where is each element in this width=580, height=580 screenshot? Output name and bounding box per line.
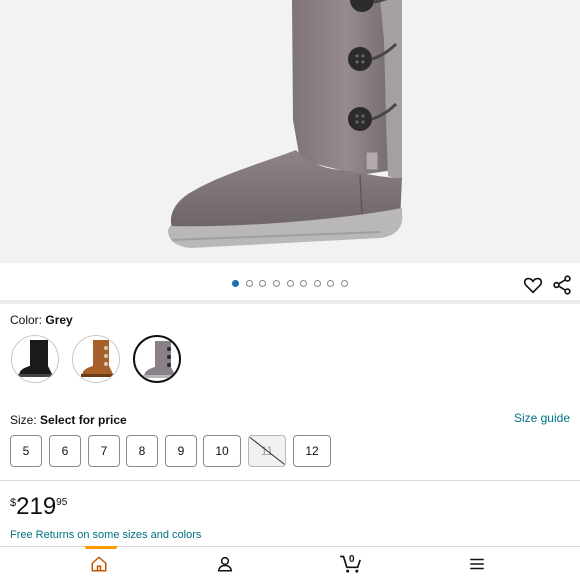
size-option-label: 9: [177, 444, 185, 458]
selected-color: Grey: [45, 313, 73, 327]
size-option-label: 12: [305, 444, 319, 458]
pager-dot[interactable]: [314, 280, 321, 287]
size-label: Size: Select for price: [10, 413, 127, 427]
size-option-label: 10: [215, 444, 229, 458]
pager-dot[interactable]: [300, 280, 307, 287]
wishlist-button[interactable]: [522, 274, 544, 296]
size-label-text: Size:: [10, 413, 37, 427]
size-guide-link[interactable]: Size guide: [514, 411, 570, 425]
size-option[interactable]: 7: [88, 435, 120, 467]
nav-home[interactable]: [69, 551, 129, 577]
pager-dot[interactable]: [246, 280, 253, 287]
color-swatch-black[interactable]: [11, 335, 59, 383]
size-option-label: 8: [138, 444, 146, 458]
unavailable-strike: [249, 436, 285, 466]
size-option[interactable]: 8: [126, 435, 158, 467]
size-option-unavailable[interactable]: 11: [248, 435, 286, 467]
nav-menu[interactable]: [447, 551, 507, 577]
pager-dot[interactable]: [287, 280, 294, 287]
price: $21995: [10, 493, 67, 521]
boot-thumbnail: [143, 341, 177, 378]
active-tab-indicator: [85, 546, 117, 549]
boot-illustration: [168, 0, 403, 248]
share-button[interactable]: [551, 274, 573, 296]
pager-dot[interactable]: [273, 280, 280, 287]
person-icon: [217, 556, 233, 572]
nav-cart[interactable]: 0: [321, 551, 381, 577]
product-image[interactable]: [0, 0, 580, 263]
size-option[interactable]: 9: [165, 435, 197, 467]
color-label-text: Color:: [10, 313, 43, 327]
cart-count: 0: [349, 554, 355, 565]
heart-icon: [523, 277, 543, 294]
color-swatch-grey[interactable]: [133, 335, 181, 383]
price-symbol: $: [10, 497, 17, 509]
boot-thumbnail: [18, 340, 54, 377]
image-pager[interactable]: [0, 280, 580, 290]
size-option[interactable]: 5: [10, 435, 42, 467]
home-icon: [91, 556, 107, 572]
pager-dot[interactable]: [327, 280, 334, 287]
bottom-nav: 0: [0, 546, 580, 580]
price-fraction: 95: [56, 497, 68, 508]
pager-dot[interactable]: [259, 280, 266, 287]
free-returns-link[interactable]: Free Returns on some sizes and colors: [10, 529, 201, 541]
menu-icon: [470, 558, 484, 570]
section-divider: [0, 300, 580, 304]
pager-dot[interactable]: [341, 280, 348, 287]
size-option[interactable]: 12: [293, 435, 331, 467]
size-option-label: 7: [100, 444, 108, 458]
share-icon: [553, 275, 571, 295]
section-divider: [0, 480, 580, 481]
color-swatch-chestnut[interactable]: [72, 335, 120, 383]
boot-thumbnail: [81, 340, 115, 377]
color-label: Color: Grey: [10, 313, 73, 327]
size-option[interactable]: 6: [49, 435, 81, 467]
size-option-label: 6: [61, 444, 69, 458]
pager-dot[interactable]: [232, 280, 239, 287]
nav-account[interactable]: [195, 551, 255, 577]
price-whole: 219: [16, 493, 57, 520]
size-option-label: 5: [22, 444, 30, 458]
size-prompt: Select for price: [40, 413, 127, 427]
size-option[interactable]: 10: [203, 435, 241, 467]
